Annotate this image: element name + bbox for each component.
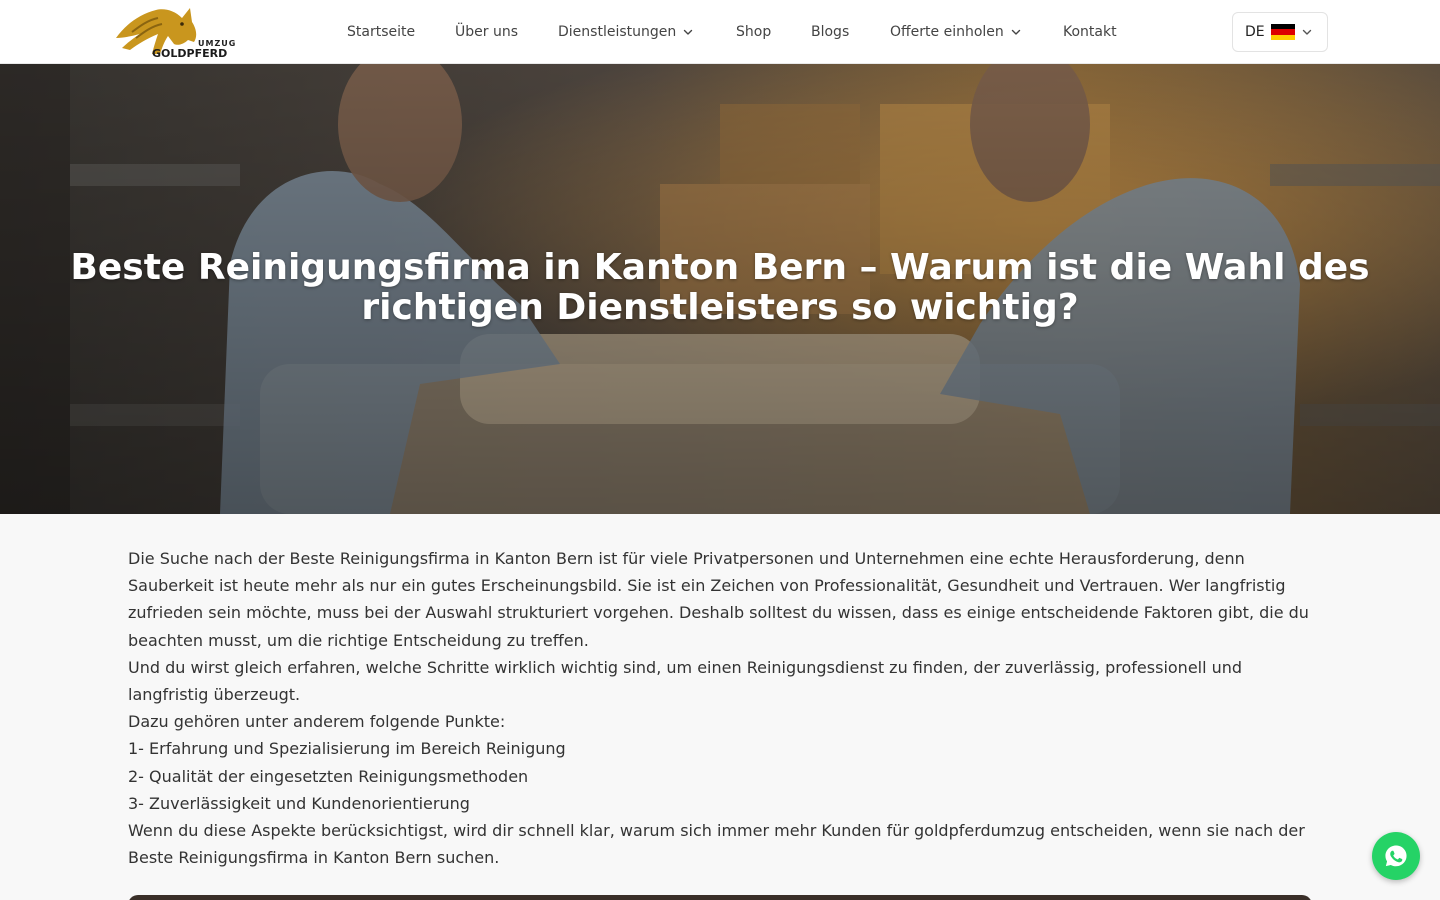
chevron-down-icon — [1301, 26, 1313, 38]
hero-banner: Beste Reinigungsfirma in Kanton Bern – W… — [0, 64, 1440, 514]
article-paragraph: Und du wirst gleich erfahren, welche Sch… — [128, 657, 1243, 705]
whatsapp-button[interactable] — [1372, 832, 1420, 880]
nav-item-ueber-uns[interactable]: Über uns — [455, 22, 518, 42]
site-logo[interactable]: UMZUG GOLDPFERD — [112, 4, 236, 60]
page-title: Beste Reinigungsfirma in Kanton Bern – W… — [70, 247, 1370, 328]
nav-item-label: Dienstleistungen — [558, 24, 677, 40]
list-item: 3- Zuverlässigkeit und Kundenorientierun… — [128, 793, 470, 813]
list-item: 2- Qualität der eingesetzten Reinigungsm… — [128, 766, 529, 786]
site-header: UMZUG GOLDPFERD Startseite Über uns Dien… — [0, 0, 1440, 64]
nav-item-label: Kontakt — [1063, 24, 1117, 40]
chevron-down-icon — [1010, 26, 1022, 38]
svg-text:GOLDPFERD: GOLDPFERD — [152, 47, 227, 60]
nav-item-startseite[interactable]: Startseite — [347, 22, 415, 42]
article-paragraph: Die Suche nach der Beste Reinigungsfirma… — [128, 549, 1309, 650]
language-selector[interactable]: DE — [1232, 12, 1328, 52]
article-paragraph: Dazu gehören unter anderem folgende Punk… — [128, 712, 506, 732]
article-body: Die Suche nach der Beste Reinigungsfirma… — [128, 545, 1318, 871]
nav-item-label: Offerte einholen — [890, 24, 1004, 40]
chevron-down-icon — [682, 26, 694, 38]
horse-logo-icon: UMZUG GOLDPFERD — [116, 8, 235, 60]
nav-item-blogs[interactable]: Blogs — [811, 22, 849, 42]
nav-item-offerte-einholen[interactable]: Offerte einholen — [890, 22, 1022, 42]
whatsapp-icon — [1385, 845, 1407, 867]
nav-item-label: Über uns — [455, 24, 518, 40]
nav-item-shop[interactable]: Shop — [736, 22, 771, 42]
germany-flag-icon — [1270, 24, 1295, 40]
nav-item-kontakt[interactable]: Kontakt — [1063, 22, 1117, 42]
article-image-top-edge — [128, 895, 1312, 900]
article-paragraph: Wenn du diese Aspekte berücksichtigst, w… — [128, 821, 1305, 868]
nav-item-label: Shop — [736, 24, 772, 40]
language-code: DE — [1245, 24, 1265, 40]
nav-item-label: Startseite — [347, 24, 416, 40]
nav-item-label: Blogs — [811, 24, 850, 40]
list-item: 1- Erfahrung und Spezialisierung im Bere… — [128, 739, 566, 759]
nav-item-dienstleistungen[interactable]: Dienstleistungen — [558, 22, 694, 42]
